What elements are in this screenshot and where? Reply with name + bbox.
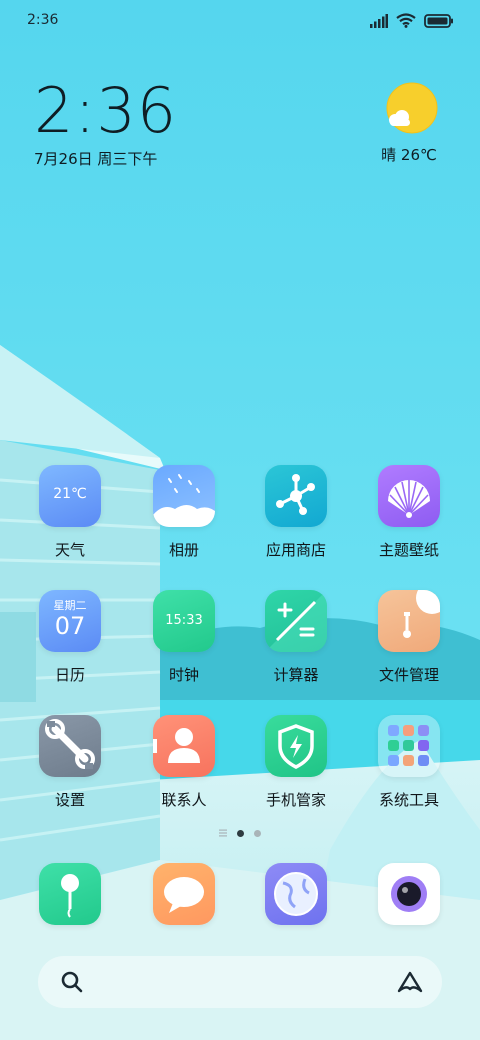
dock-camera[interactable] <box>361 863 457 925</box>
calendar-icon: 星期二 07 <box>39 590 101 652</box>
app-system-tools[interactable]: 系统工具 <box>361 715 457 810</box>
app-label: 系统工具 <box>378 791 439 809</box>
camera-icon <box>378 863 440 925</box>
page-dot-1[interactable] <box>237 829 244 837</box>
app-label: 文件管理 <box>378 666 439 684</box>
app-label: 计算器 <box>273 666 319 684</box>
weather-app-icon: 21℃ <box>39 465 101 527</box>
themes-icon <box>378 465 440 527</box>
clock-time: 2:36 <box>34 74 178 147</box>
clock-date: 7月26日 周三下午 <box>34 150 158 168</box>
app-clock[interactable]: 15:33 时钟 <box>136 590 232 685</box>
calculator-icon <box>265 590 327 652</box>
gallery-icon <box>153 465 215 527</box>
app-label: 天气 <box>54 541 85 559</box>
app-calculator[interactable]: 计算器 <box>248 590 344 685</box>
app-gallery[interactable]: 相册 <box>136 465 232 560</box>
app-label: 设置 <box>54 791 85 809</box>
phone-icon <box>39 863 101 925</box>
page-dot-2[interactable] <box>254 829 261 837</box>
sun-cloud-icon <box>382 82 438 138</box>
battery-icon <box>424 13 453 28</box>
phone-manager-icon <box>265 715 327 777</box>
menu-lines-icon <box>219 829 227 837</box>
app-label: 应用商店 <box>265 541 326 559</box>
app-label: 手机管家 <box>265 791 326 809</box>
app-themes[interactable]: 主题壁纸 <box>361 465 457 560</box>
assistant-icon[interactable] <box>396 969 424 995</box>
clock-app-time: 15:33 <box>165 613 203 628</box>
status-icons <box>370 13 454 28</box>
app-label: 时钟 <box>168 666 199 684</box>
file-manager-icon <box>378 590 440 652</box>
app-calendar[interactable]: 星期二 07 日历 <box>22 590 118 685</box>
search-bar[interactable] <box>38 956 442 1008</box>
calendar-weekday: 星期二 <box>53 599 87 612</box>
app-file-manager[interactable]: 文件管理 <box>361 590 457 685</box>
calendar-day: 07 <box>54 612 86 640</box>
dock-browser[interactable] <box>248 863 344 925</box>
app-app-store[interactable]: 应用商店 <box>248 465 344 560</box>
app-contacts[interactable]: 联系人 <box>136 715 232 810</box>
app-store-icon <box>265 465 327 527</box>
app-settings[interactable]: 设置 <box>22 715 118 810</box>
page-indicator[interactable] <box>0 829 480 837</box>
signal-icon <box>370 13 388 28</box>
app-label: 相册 <box>168 541 199 559</box>
clock-widget[interactable]: 2:36 7月26日 周三下午 <box>34 80 177 169</box>
app-label: 主题壁纸 <box>378 541 439 559</box>
weather-widget[interactable]: 晴 26℃ <box>374 82 444 165</box>
messages-icon <box>153 863 215 925</box>
status-time: 2:36 <box>27 12 59 28</box>
app-label: 日历 <box>54 666 85 684</box>
dock-phone[interactable] <box>22 863 118 925</box>
browser-icon <box>265 863 327 925</box>
wifi-icon <box>396 13 416 28</box>
search-icon[interactable] <box>60 970 84 994</box>
clock-app-icon: 15:33 <box>153 590 215 652</box>
settings-icon <box>39 715 101 777</box>
status-bar: 2:36 <box>0 0 480 42</box>
contacts-icon <box>153 715 215 777</box>
app-weather[interactable]: 21℃ 天气 <box>22 465 118 560</box>
dock-messages[interactable] <box>136 863 232 925</box>
system-tools-folder-icon <box>378 715 440 777</box>
app-label: 联系人 <box>161 791 207 809</box>
weather-text: 晴 26℃ <box>381 146 437 164</box>
app-phone-manager[interactable]: 手机管家 <box>248 715 344 810</box>
weather-app-temp: 21℃ <box>53 486 87 502</box>
